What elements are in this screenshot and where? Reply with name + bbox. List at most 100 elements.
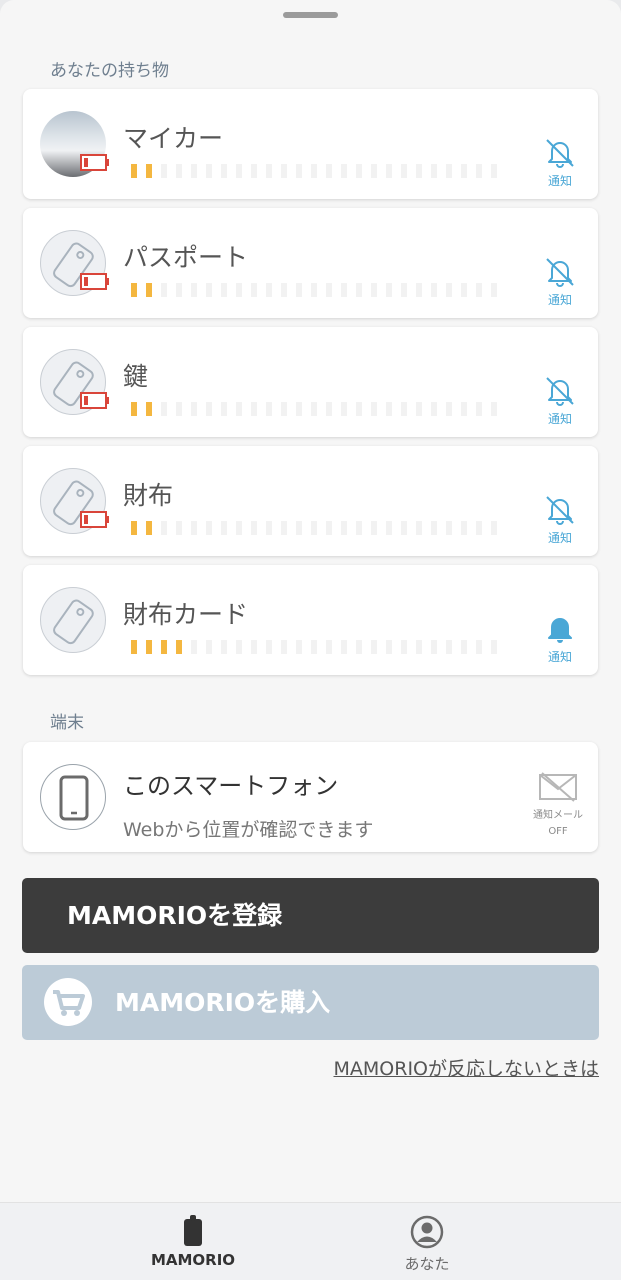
signal-segment bbox=[491, 402, 497, 416]
signal-segment bbox=[326, 164, 332, 178]
notify-toggle[interactable]: 通知 bbox=[540, 494, 580, 546]
signal-segment bbox=[371, 283, 377, 297]
device-subtitle: Webから位置が確認できます bbox=[123, 819, 374, 841]
signal-segment bbox=[161, 164, 167, 178]
belongings-section-label: あなたの持ち物 bbox=[50, 61, 169, 81]
battery-low-icon bbox=[80, 511, 110, 528]
tab-mamorio[interactable]: MAMORIO bbox=[113, 1203, 273, 1280]
tab-you[interactable]: あなた bbox=[347, 1203, 507, 1280]
notify-label: 通知 bbox=[547, 650, 572, 664]
signal-segment bbox=[146, 640, 152, 654]
tab-bar: MAMORIO あなた bbox=[0, 1202, 621, 1280]
item-card[interactable]: 財布 通知 bbox=[23, 446, 598, 556]
signal-segment bbox=[416, 283, 422, 297]
help-link[interactable]: MAMORIOが反応しないときは bbox=[334, 1054, 600, 1081]
signal-segment bbox=[191, 640, 197, 654]
buy-mamorio-button[interactable]: MAMORIOを購入 bbox=[22, 965, 599, 1040]
signal-segment bbox=[386, 164, 392, 178]
signal-segment bbox=[311, 521, 317, 535]
signal-segment bbox=[461, 402, 467, 416]
notify-toggle[interactable]: 通知 bbox=[540, 375, 580, 427]
signal-segment bbox=[356, 283, 362, 297]
device-card[interactable]: このスマートフォン Webから位置が確認できます 通知メール OFF bbox=[23, 742, 598, 852]
signal-segment bbox=[221, 640, 227, 654]
battery-low-icon bbox=[80, 154, 110, 171]
item-card[interactable]: マイカー 通知 bbox=[23, 89, 598, 199]
signal-segment bbox=[266, 164, 272, 178]
signal-segment bbox=[221, 164, 227, 178]
signal-segment bbox=[176, 402, 182, 416]
signal-segment bbox=[206, 283, 212, 297]
signal-segment bbox=[446, 402, 452, 416]
signal-segment bbox=[236, 283, 242, 297]
signal-segment bbox=[146, 283, 152, 297]
signal-segment bbox=[206, 521, 212, 535]
signal-segment bbox=[431, 283, 437, 297]
signal-segment bbox=[131, 283, 137, 297]
signal-strength-bar bbox=[131, 283, 497, 297]
signal-segment bbox=[176, 640, 182, 654]
signal-segment bbox=[326, 640, 332, 654]
item-name: 財布カード bbox=[123, 600, 249, 629]
signal-segment bbox=[131, 164, 137, 178]
signal-segment bbox=[446, 640, 452, 654]
signal-segment bbox=[386, 640, 392, 654]
signal-segment bbox=[386, 402, 392, 416]
notify-toggle[interactable]: 通知 bbox=[540, 137, 580, 189]
signal-segment bbox=[281, 283, 287, 297]
bell-icon bbox=[540, 613, 580, 645]
notify-toggle[interactable]: 通知 bbox=[540, 256, 580, 308]
signal-segment bbox=[161, 402, 167, 416]
item-card[interactable]: 鍵通知 bbox=[23, 327, 598, 437]
bell-off-icon bbox=[540, 256, 580, 288]
signal-segment bbox=[161, 283, 167, 297]
cart-icon bbox=[44, 978, 92, 1026]
signal-segment bbox=[146, 164, 152, 178]
signal-segment bbox=[281, 402, 287, 416]
signal-segment bbox=[131, 640, 137, 654]
signal-segment bbox=[251, 402, 257, 416]
signal-segment bbox=[236, 521, 242, 535]
signal-segment bbox=[341, 283, 347, 297]
signal-segment bbox=[146, 402, 152, 416]
sheet-drag-handle[interactable] bbox=[283, 12, 338, 18]
signal-segment bbox=[416, 521, 422, 535]
signal-segment bbox=[341, 521, 347, 535]
signal-segment bbox=[266, 521, 272, 535]
signal-segment bbox=[281, 164, 287, 178]
mail-notify-label: 通知メール bbox=[533, 810, 583, 821]
signal-segment bbox=[281, 521, 287, 535]
signal-segment bbox=[476, 283, 482, 297]
signal-segment bbox=[491, 640, 497, 654]
item-card[interactable]: パスポート通知 bbox=[23, 208, 598, 318]
register-mamorio-button[interactable]: MAMORIOを登録 bbox=[22, 878, 599, 953]
signal-segment bbox=[251, 521, 257, 535]
signal-segment bbox=[236, 164, 242, 178]
signal-segment bbox=[266, 640, 272, 654]
signal-segment bbox=[446, 164, 452, 178]
mail-notify-toggle[interactable]: 通知メール OFF bbox=[523, 772, 593, 838]
signal-segment bbox=[206, 640, 212, 654]
signal-segment bbox=[356, 402, 362, 416]
signal-segment bbox=[221, 283, 227, 297]
item-card[interactable]: 財布カード通知 bbox=[23, 565, 598, 675]
signal-segment bbox=[296, 640, 302, 654]
mamorio-tag-icon bbox=[184, 1215, 202, 1246]
signal-segment bbox=[476, 521, 482, 535]
signal-segment bbox=[206, 164, 212, 178]
signal-segment bbox=[356, 521, 362, 535]
signal-segment bbox=[311, 164, 317, 178]
notify-label: 通知 bbox=[547, 293, 572, 307]
signal-segment bbox=[191, 164, 197, 178]
signal-segment bbox=[461, 521, 467, 535]
item-name: パスポート bbox=[123, 243, 249, 272]
signal-segment bbox=[416, 640, 422, 654]
signal-segment bbox=[191, 521, 197, 535]
signal-segment bbox=[326, 521, 332, 535]
signal-segment bbox=[326, 283, 332, 297]
signal-segment bbox=[371, 402, 377, 416]
signal-segment bbox=[446, 521, 452, 535]
bottom-sheet: あなたの持ち物 マイカー 通知 パスポート 通知鍵通知 財布 通知 財布カード 通知 端末 こ… bbox=[0, 0, 621, 1202]
notify-toggle[interactable]: 通知 bbox=[540, 613, 580, 665]
signal-segment bbox=[431, 402, 437, 416]
